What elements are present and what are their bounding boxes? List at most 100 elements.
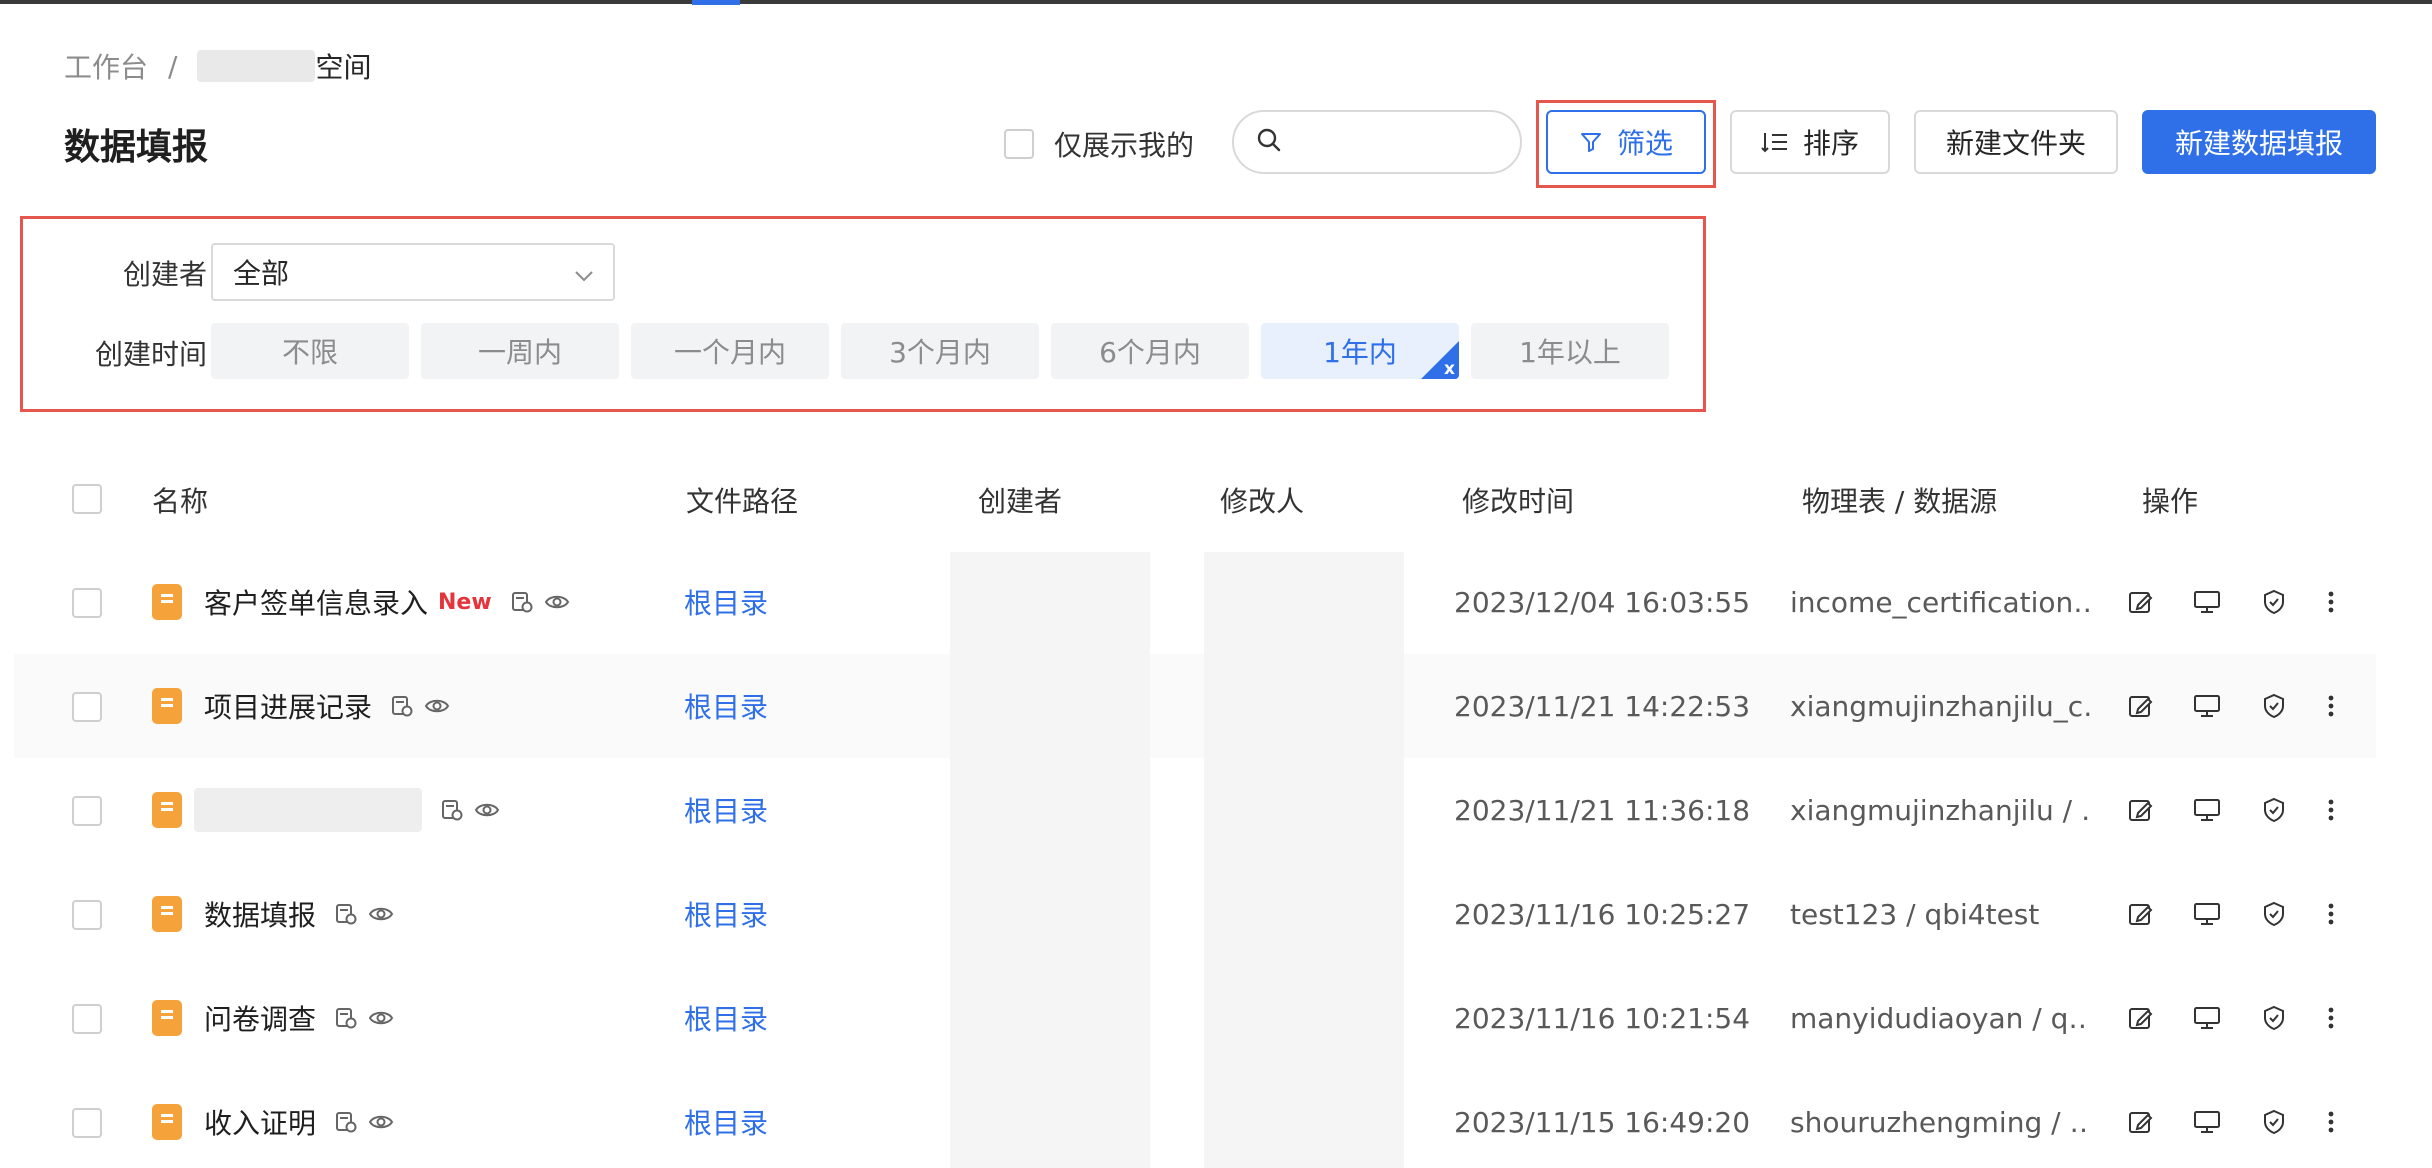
row-checkbox[interactable] bbox=[72, 692, 102, 722]
row-modified-time: 2023/11/21 11:36:18 bbox=[1454, 793, 1751, 827]
table-source-icon[interactable] bbox=[510, 590, 534, 614]
monitor-icon[interactable] bbox=[2192, 796, 2222, 824]
row-source: xiangmujinzhanjilu_c… bbox=[1790, 689, 2090, 723]
time-option-over-1-year[interactable]: 1年以上 bbox=[1471, 323, 1669, 379]
row-name[interactable]: 收入证明 bbox=[204, 1070, 394, 1168]
only-mine-toggle[interactable]: 仅展示我的 bbox=[1004, 124, 1194, 164]
row-path-link[interactable]: 根目录 bbox=[684, 966, 768, 1070]
row-checkbox[interactable] bbox=[72, 1004, 102, 1034]
preview-eye-icon[interactable] bbox=[544, 590, 570, 614]
creator-select[interactable]: 全部 bbox=[211, 243, 615, 301]
shield-check-icon[interactable] bbox=[2260, 1108, 2288, 1136]
time-option-1-year[interactable]: 1年内 x bbox=[1261, 323, 1459, 379]
row-name-text: 问卷调查 bbox=[204, 1003, 317, 1036]
row-actions bbox=[2126, 966, 2374, 1070]
row-name[interactable] bbox=[194, 758, 500, 862]
time-option-3-months[interactable]: 3个月内 bbox=[841, 323, 1039, 379]
only-mine-checkbox[interactable] bbox=[1004, 129, 1034, 159]
time-option-month[interactable]: 一个月内 bbox=[631, 323, 829, 379]
table-row[interactable]: 客户签单信息录入 New 根目录 2023/12/04 16:03:55 inc… bbox=[14, 550, 2376, 654]
more-vertical-icon[interactable] bbox=[2326, 900, 2336, 928]
row-checkbox[interactable] bbox=[72, 900, 102, 930]
column-header-modifier: 修改人 bbox=[1220, 485, 1305, 518]
time-option-week[interactable]: 一周内 bbox=[421, 323, 619, 379]
row-checkbox[interactable] bbox=[72, 588, 102, 618]
edit-icon[interactable] bbox=[2126, 1004, 2154, 1032]
more-vertical-icon[interactable] bbox=[2326, 692, 2336, 720]
new-folder-button[interactable]: 新建文件夹 bbox=[1914, 110, 2118, 174]
column-header-actions: 操作 bbox=[2142, 485, 2199, 518]
only-mine-label: 仅展示我的 bbox=[1054, 129, 1195, 162]
more-vertical-icon[interactable] bbox=[2326, 1108, 2336, 1136]
row-checkbox[interactable] bbox=[72, 1108, 102, 1138]
row-path-link[interactable]: 根目录 bbox=[684, 654, 768, 758]
table-row[interactable]: 问卷调查 根目录 2023/11/16 10:21:54 manyidudiao… bbox=[14, 966, 2376, 1070]
more-vertical-icon[interactable] bbox=[2326, 1004, 2336, 1032]
time-option-unlimited[interactable]: 不限 bbox=[211, 323, 409, 379]
preview-eye-icon[interactable] bbox=[474, 798, 500, 822]
search-icon bbox=[1256, 127, 1282, 157]
edit-icon[interactable] bbox=[2126, 1108, 2154, 1136]
clear-selection-icon[interactable]: x bbox=[1444, 359, 1455, 379]
more-vertical-icon[interactable] bbox=[2326, 796, 2336, 824]
row-name[interactable]: 项目进展记录 bbox=[204, 654, 450, 758]
new-report-button[interactable]: 新建数据填报 bbox=[2142, 110, 2376, 174]
select-all-checkbox[interactable] bbox=[72, 484, 102, 514]
row-path-link[interactable]: 根目录 bbox=[684, 862, 768, 966]
preview-eye-icon[interactable] bbox=[424, 694, 450, 718]
edit-icon[interactable] bbox=[2126, 796, 2154, 824]
table-source-icon[interactable] bbox=[440, 798, 464, 822]
shield-check-icon[interactable] bbox=[2260, 692, 2288, 720]
search-box[interactable] bbox=[1232, 110, 1522, 174]
row-path-link[interactable]: 根目录 bbox=[684, 550, 768, 654]
preview-eye-icon[interactable] bbox=[368, 1006, 394, 1030]
modifier-column-redacted bbox=[1204, 552, 1404, 1168]
breadcrumb-root[interactable]: 工作台 bbox=[64, 46, 148, 86]
row-modified-time: 2023/11/21 14:22:53 bbox=[1454, 689, 1751, 723]
table-source-icon[interactable] bbox=[390, 694, 414, 718]
monitor-icon[interactable] bbox=[2192, 692, 2222, 720]
table-row[interactable]: 根目录 2023/11/21 11:36:18 xiangmujinzhanji… bbox=[14, 758, 2376, 862]
breadcrumb-separator: / bbox=[168, 49, 178, 83]
monitor-icon[interactable] bbox=[2192, 1004, 2222, 1032]
row-source: xiangmujinzhanjilu / … bbox=[1790, 793, 2090, 827]
page-title: 数据填报 bbox=[64, 127, 209, 168]
table-source-icon[interactable] bbox=[334, 1006, 358, 1030]
row-checkbox[interactable] bbox=[72, 796, 102, 826]
row-path-link[interactable]: 根目录 bbox=[684, 1070, 768, 1168]
shield-check-icon[interactable] bbox=[2260, 1004, 2288, 1032]
preview-eye-icon[interactable] bbox=[368, 1110, 394, 1134]
monitor-icon[interactable] bbox=[2192, 588, 2222, 616]
preview-eye-icon[interactable] bbox=[368, 902, 394, 926]
chevron-down-icon bbox=[573, 261, 595, 294]
row-name[interactable]: 客户签单信息录入 New bbox=[204, 550, 570, 654]
row-actions bbox=[2126, 758, 2374, 862]
sort-button[interactable]: 排序 bbox=[1730, 110, 1890, 174]
row-path-link[interactable]: 根目录 bbox=[684, 758, 768, 862]
time-option-6-months[interactable]: 6个月内 bbox=[1051, 323, 1249, 379]
row-source: test123 / qbi4test bbox=[1790, 897, 2040, 931]
edit-icon[interactable] bbox=[2126, 900, 2154, 928]
search-input[interactable] bbox=[1294, 127, 1514, 157]
shield-check-icon[interactable] bbox=[2260, 900, 2288, 928]
edit-icon[interactable] bbox=[2126, 588, 2154, 616]
row-source: shouruzhengming / … bbox=[1790, 1105, 2090, 1139]
table-row[interactable]: 数据填报 根目录 2023/11/16 10:25:27 test123 / q… bbox=[14, 862, 2376, 966]
file-icon bbox=[152, 584, 182, 620]
shield-check-icon[interactable] bbox=[2260, 588, 2288, 616]
shield-check-icon[interactable] bbox=[2260, 796, 2288, 824]
column-header-creator: 创建者 bbox=[978, 485, 1063, 518]
edit-icon[interactable] bbox=[2126, 692, 2154, 720]
more-vertical-icon[interactable] bbox=[2326, 588, 2336, 616]
monitor-icon[interactable] bbox=[2192, 900, 2222, 928]
top-tab-indicator bbox=[692, 0, 740, 5]
row-name[interactable]: 数据填报 bbox=[204, 862, 394, 966]
table-row[interactable]: 收入证明 根目录 2023/11/15 16:49:20 shouruzheng… bbox=[14, 1070, 2376, 1168]
table-row[interactable]: 项目进展记录 根目录 2023/11/21 14:22:53 xiangmuji… bbox=[14, 654, 2376, 758]
row-name-text: 数据填报 bbox=[204, 899, 317, 932]
table-source-icon[interactable] bbox=[334, 1110, 358, 1134]
row-name[interactable]: 问卷调查 bbox=[204, 966, 394, 1070]
monitor-icon[interactable] bbox=[2192, 1108, 2222, 1136]
table-source-icon[interactable] bbox=[334, 902, 358, 926]
filter-button[interactable]: 筛选 bbox=[1546, 110, 1706, 174]
